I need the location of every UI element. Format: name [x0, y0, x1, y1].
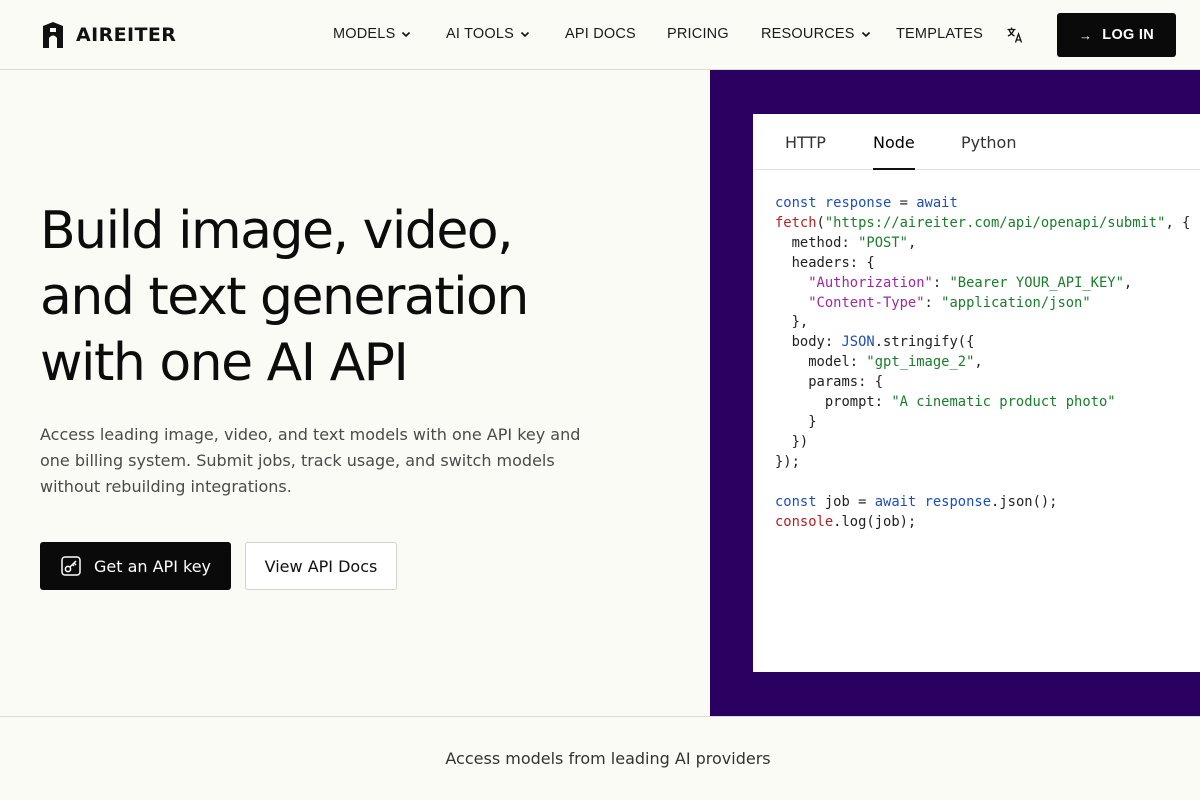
view-api-docs-button[interactable]: View API Docs	[245, 542, 397, 590]
translate-icon[interactable]	[1006, 26, 1024, 44]
nav-ai-tools[interactable]: AI TOOLS	[446, 26, 530, 42]
nav-resources-label: RESOURCES	[761, 26, 855, 42]
get-api-key-button[interactable]: Get an API key	[40, 542, 231, 590]
hero-title-line-2: and text generation	[40, 267, 529, 327]
code-card: HTTP Node Python const response = await …	[753, 114, 1200, 672]
nav-ai-tools-label: AI TOOLS	[446, 26, 514, 42]
nav-models[interactable]: MODELS	[333, 26, 411, 42]
nav-templates[interactable]: TEMPLATES	[896, 26, 983, 42]
arrow-right-icon: →	[1078, 27, 1093, 43]
nav-api-docs[interactable]: API DOCS	[565, 26, 636, 42]
nav-templates-label: TEMPLATES	[896, 26, 983, 42]
nav-api-docs-label: API DOCS	[565, 26, 636, 42]
tab-http[interactable]: HTTP	[785, 133, 826, 170]
code-snippet: const response = await fetch("https://ai…	[775, 195, 1191, 530]
site-header: AIREITER MODELS AI TOOLS API DOCS PRICIN…	[0, 0, 1200, 70]
nav-pricing-label: PRICING	[667, 26, 729, 42]
login-button[interactable]: → LOG IN	[1057, 13, 1176, 57]
tab-node[interactable]: Node	[873, 133, 915, 170]
nav-resources[interactable]: RESOURCES	[761, 26, 871, 42]
chevron-down-icon	[861, 31, 870, 38]
brand-name: AIREITER	[76, 24, 177, 46]
tab-python[interactable]: Python	[961, 133, 1016, 170]
nav-pricing[interactable]: PRICING	[667, 26, 729, 42]
view-api-docs-label: View API Docs	[264, 556, 378, 576]
hero-title-line-1: Build image, video,	[40, 201, 514, 261]
chevron-down-icon	[520, 31, 530, 38]
nav-models-label: MODELS	[333, 26, 396, 42]
hero-title-line-3: with one AI API	[40, 333, 409, 393]
hero-subtitle: Access leading image, video, and text mo…	[40, 425, 581, 496]
key-icon	[61, 556, 81, 576]
get-api-key-label: Get an API key	[93, 556, 212, 576]
hero-title: Build image, video, and text generation …	[40, 198, 680, 396]
login-label: LOG IN	[1102, 27, 1155, 43]
code-tabs: HTTP Node Python	[753, 114, 1200, 170]
section-divider	[0, 716, 1200, 717]
brand-logo[interactable]: AIREITER	[40, 21, 176, 49]
providers-heading: Access models from leading AI providers	[445, 749, 771, 768]
chevron-down-icon	[402, 31, 411, 38]
logo-icon	[43, 22, 63, 48]
